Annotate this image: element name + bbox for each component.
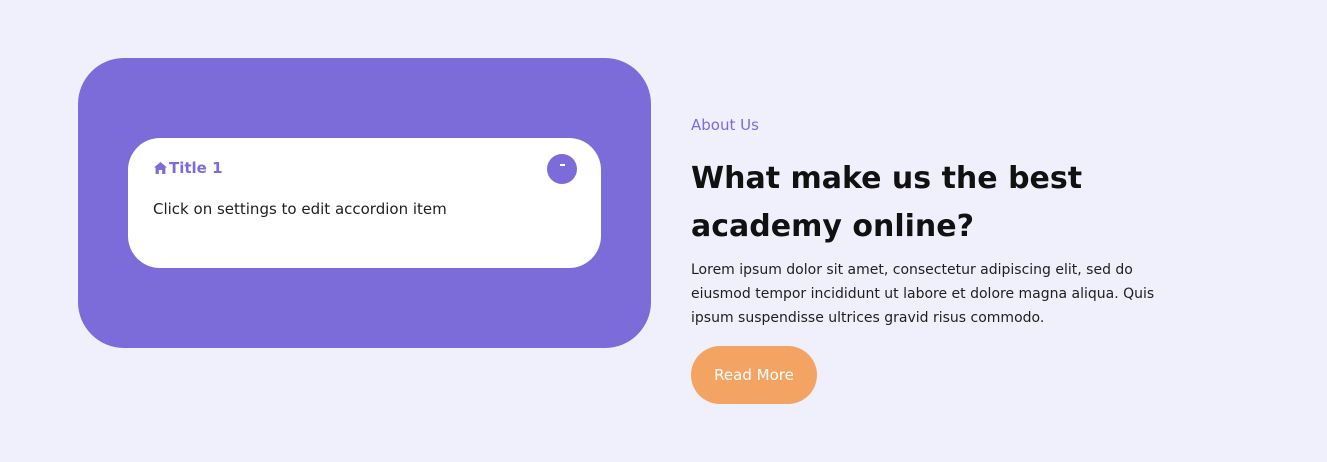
section-eyebrow: About Us (691, 116, 759, 134)
accordion-title: Title 1 (169, 159, 223, 177)
section-paragraph: Lorem ipsum dolor sit amet, consectetur … (691, 262, 1155, 326)
section-heading: What make us the best academy online? (691, 161, 1083, 244)
accordion-toggle-button[interactable] (547, 154, 577, 184)
accordion-title-button[interactable]: Title 1 (153, 158, 223, 178)
home-icon (153, 161, 168, 175)
accordion-item: Title 1 Click on settings to edit accord… (128, 138, 601, 268)
read-more-button[interactable]: Read More (691, 346, 817, 404)
accordion-body-text: Click on settings to edit accordion item (153, 200, 447, 218)
accordion-panel: Title 1 Click on settings to edit accord… (78, 58, 651, 348)
accordion-header[interactable]: Title 1 (153, 154, 577, 188)
minus-icon (559, 164, 565, 166)
